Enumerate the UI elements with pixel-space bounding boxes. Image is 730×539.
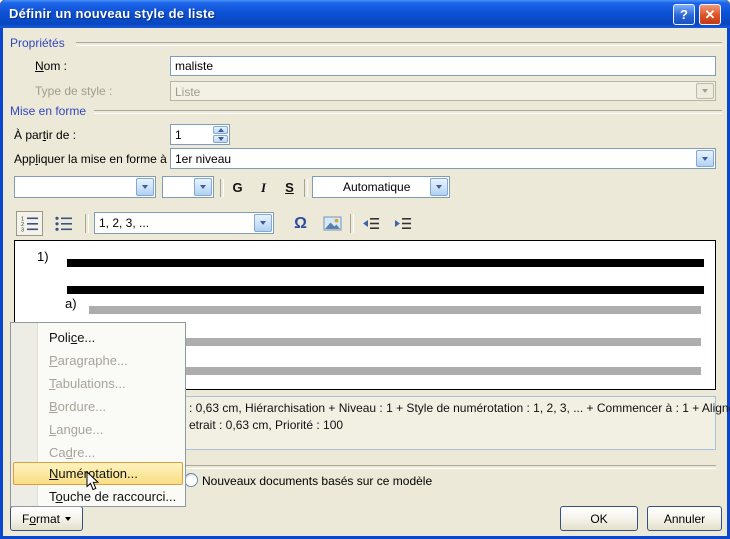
section-formatting-label: Mise en forme <box>10 104 86 118</box>
omega-icon: Ω <box>294 215 307 233</box>
titlebar[interactable]: Définir un nouveau style de liste ? ✕ <box>0 0 730 28</box>
preview-level2-marker: a) <box>65 296 77 311</box>
menu-item-cadre: Cadre... <box>13 441 183 464</box>
font-size-select[interactable] <box>162 176 214 198</box>
format-button[interactable]: Format <box>10 506 83 531</box>
preview-level1-marker: 1) <box>37 249 49 264</box>
chevron-down-icon[interactable] <box>194 178 212 196</box>
italic-button[interactable]: I <box>252 177 275 198</box>
toolbar-separator <box>350 214 354 233</box>
bold-button[interactable]: G <box>226 177 249 198</box>
mouse-cursor-icon <box>86 471 100 492</box>
chevron-down-icon[interactable] <box>430 178 448 196</box>
style-type-select: Liste <box>170 81 716 101</box>
numbering-style-select[interactable]: 1, 2, 3, ... <box>94 212 274 234</box>
chevron-down-icon[interactable] <box>254 214 272 232</box>
new-documents-radio[interactable] <box>184 473 198 487</box>
decrease-indent-button[interactable] <box>357 211 384 236</box>
style-type-label: Type de style : <box>35 84 112 98</box>
ok-button[interactable]: OK <box>560 506 638 531</box>
picture-icon <box>323 215 342 232</box>
close-button[interactable]: ✕ <box>699 4 721 25</box>
apply-to-label: Appliquer la mise en forme à : <box>14 152 173 166</box>
define-list-style-dialog: Définir un nouveau style de liste ? ✕ Pr… <box>0 0 730 539</box>
bullet-list-icon <box>54 215 73 232</box>
preview-text-bar <box>67 286 704 294</box>
description-line1: : 0,63 cm, Hiérarchisation + Niveau : 1 … <box>189 401 730 415</box>
underline-button[interactable]: S <box>278 177 301 198</box>
decrease-indent-icon <box>361 215 380 232</box>
insert-symbol-button[interactable]: Ω <box>287 211 314 236</box>
style-type-value: Liste <box>175 85 200 99</box>
menu-item-paragraphe: Paragraphe... <box>13 349 183 372</box>
new-documents-radio-label: Nouveaux documents basés sur ce modèle <box>202 474 432 488</box>
start-at-label: À partir de : <box>14 128 76 142</box>
help-icon: ? <box>680 7 688 22</box>
start-at-value: 1 <box>175 128 182 142</box>
preview-text-bar <box>89 306 701 314</box>
toolbar-separator <box>304 179 308 197</box>
increase-indent-icon <box>393 215 412 232</box>
menu-item-langue: Langue... <box>13 418 183 441</box>
numbering-style-value: 1, 2, 3, ... <box>99 216 149 230</box>
start-at-spinner[interactable]: 1 <box>170 124 230 145</box>
preview-text-bar <box>67 259 704 267</box>
window-title: Définir un nouveau style de liste <box>9 6 215 21</box>
close-icon: ✕ <box>705 7 716 23</box>
chevron-down-icon[interactable] <box>136 178 154 196</box>
name-input[interactable]: maliste <box>170 56 716 76</box>
spinner-down-icon[interactable] <box>213 135 228 143</box>
font-color-select[interactable]: Automatique <box>312 176 450 198</box>
font-select[interactable] <box>14 176 156 198</box>
toolbar-separator <box>220 179 224 197</box>
apply-to-select[interactable]: 1er niveau <box>170 148 716 169</box>
insert-picture-button[interactable] <box>319 211 346 236</box>
cancel-button[interactable]: Annuler <box>647 506 722 531</box>
section-properties-label: Propriétés <box>10 36 65 50</box>
numbered-list-icon: 1 2 3 <box>20 215 39 232</box>
menu-item-bordure: Bordure... <box>13 395 183 418</box>
spinner-up-icon[interactable] <box>213 126 228 134</box>
menu-item-tabulations: Tabulations... <box>13 372 183 395</box>
chevron-down-icon <box>696 83 714 99</box>
section-formatting-divider <box>94 110 722 114</box>
description-line2: etrait : 0,63 cm, Priorité : 100 <box>189 418 343 432</box>
increase-indent-button[interactable] <box>389 211 416 236</box>
menu-item-police[interactable]: Police... <box>13 326 183 349</box>
name-label: Nom : <box>35 59 67 73</box>
chevron-down-icon <box>65 517 71 521</box>
apply-to-value: 1er niveau <box>175 152 231 166</box>
font-color-value: Automatique <box>343 180 410 194</box>
bullet-list-button[interactable] <box>50 211 77 236</box>
chevron-down-icon[interactable] <box>696 150 714 167</box>
format-button-label: Format <box>22 512 60 526</box>
section-properties-divider <box>76 42 722 46</box>
numbered-list-button[interactable]: 1 2 3 <box>16 211 43 236</box>
help-button[interactable]: ? <box>673 4 695 25</box>
svg-text:3: 3 <box>21 228 24 233</box>
toolbar-separator <box>85 214 89 233</box>
